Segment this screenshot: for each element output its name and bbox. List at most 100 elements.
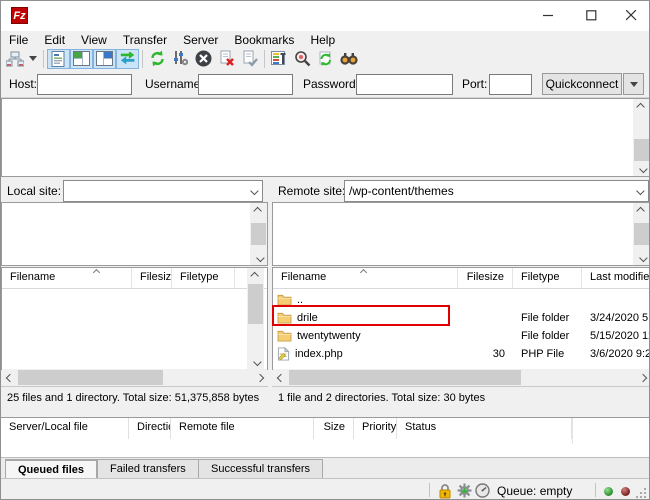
statusbar-separator [429, 483, 430, 497]
folder-icon [277, 294, 292, 306]
remote-list-header: Filename Filesize Filetype Last modified [273, 268, 650, 289]
local-site-combobox[interactable] [63, 180, 263, 202]
scrollbar-thumb[interactable] [634, 139, 649, 161]
panel-splitter[interactable] [268, 180, 272, 409]
local-site-label: Local site: [7, 184, 61, 198]
scrollbar-thumb[interactable] [634, 223, 649, 245]
synchronized-browsing-button[interactable] [314, 49, 337, 69]
scrollbar-thumb[interactable] [18, 370, 163, 385]
local-list-vscrollbar[interactable] [247, 268, 264, 369]
local-tree-vscrollbar[interactable] [250, 203, 267, 265]
filezilla-logo-icon: Fz [11, 7, 28, 24]
toggle-local-tree-button[interactable] [70, 49, 93, 69]
scroll-up-icon[interactable] [633, 99, 650, 114]
local-column-filename[interactable]: Filename [2, 268, 132, 288]
menu-view[interactable]: View [73, 32, 115, 48]
local-column-filetype[interactable]: Filetype [172, 268, 235, 288]
scroll-down-icon[interactable] [633, 250, 650, 265]
host-input[interactable] [37, 74, 132, 95]
status-bar: Queue: empty [1, 478, 649, 500]
remote-file-row-drile[interactable]: drile File folder 3/24/2020 5:0 [273, 309, 650, 327]
directory-filter-button[interactable] [291, 49, 314, 69]
scroll-down-icon[interactable] [247, 354, 264, 369]
gear-icon[interactable] [457, 483, 472, 498]
maximize-button[interactable] [572, 1, 610, 30]
scroll-down-icon[interactable] [250, 250, 267, 265]
local-list-hscrollbar[interactable] [2, 369, 267, 386]
remote-file-row[interactable]: .. [273, 291, 650, 309]
toggle-transfer-queue-button[interactable] [116, 49, 139, 69]
queue-column-status[interactable]: Status [397, 418, 572, 439]
menu-edit[interactable]: Edit [36, 32, 73, 48]
remote-tree-vscrollbar[interactable] [633, 203, 650, 265]
toolbar-separator [43, 50, 44, 68]
toggle-remote-tree-button[interactable] [93, 49, 116, 69]
scrollbar-thumb[interactable] [248, 284, 263, 324]
resize-grip[interactable] [636, 488, 646, 498]
queue-column-remotefile[interactable]: Remote file [171, 418, 314, 439]
scroll-up-icon[interactable] [250, 203, 267, 218]
queue-column-size[interactable]: Size [314, 418, 354, 439]
queue-column-priority[interactable]: Priority [354, 418, 397, 439]
speed-gauge-icon[interactable] [475, 483, 490, 498]
quickconnect-button[interactable]: Quickconnect [542, 73, 622, 95]
queue-tabs: Queued files Failed transfers Successful… [1, 457, 649, 478]
scroll-right-icon[interactable] [635, 369, 650, 386]
queue-column-serverlocal[interactable]: Server/Local file [1, 418, 129, 439]
remote-column-filesize[interactable]: Filesize [458, 268, 513, 288]
menu-transfer[interactable]: Transfer [115, 32, 175, 48]
disconnect-button[interactable] [215, 49, 238, 69]
close-button[interactable] [612, 1, 650, 30]
menu-file[interactable]: File [1, 32, 36, 48]
remote-column-filetype[interactable]: Filetype [513, 268, 582, 288]
queue-header: Server/Local file Direction Remote file … [1, 418, 650, 439]
scroll-right-icon[interactable] [252, 369, 267, 386]
process-queue-button[interactable] [169, 49, 192, 69]
toolbar [3, 48, 649, 69]
minimize-button[interactable] [529, 1, 567, 30]
menu-help[interactable]: Help [302, 32, 343, 48]
scroll-up-icon[interactable] [633, 203, 650, 218]
scrollbar-thumb[interactable] [289, 370, 521, 385]
remote-status-text: 1 file and 2 directories. Total size: 30… [278, 392, 485, 404]
remote-tree-pane [272, 202, 650, 266]
toggle-message-log-button[interactable] [47, 49, 70, 69]
menu-bookmarks[interactable]: Bookmarks [226, 32, 302, 48]
toolbar-separator [142, 50, 143, 68]
directory-comparison-button[interactable] [268, 49, 291, 69]
find-files-button[interactable] [337, 49, 360, 69]
remote-file-row[interactable]: twentytwenty File folder 5/15/2020 12: [273, 327, 650, 345]
username-label: Username: [145, 77, 204, 91]
remote-status-bar: 1 file and 2 directories. Total size: 30… [272, 386, 650, 409]
username-input[interactable] [198, 74, 293, 95]
tab-successful-transfers[interactable]: Successful transfers [198, 459, 323, 479]
site-manager-button[interactable] [3, 49, 26, 69]
scroll-down-icon[interactable] [633, 161, 650, 176]
remote-column-lastmodified[interactable]: Last modified [582, 268, 650, 288]
remote-file-row[interactable]: index.php 30 PHP File 3/6/2020 9:23 [273, 345, 650, 363]
port-input[interactable] [489, 74, 532, 95]
remote-site-value: /wp-content/themes [349, 184, 454, 198]
title-bar: Fz [1, 1, 649, 31]
quickconnect-dropdown-button[interactable] [623, 73, 644, 95]
refresh-button[interactable] [146, 49, 169, 69]
tab-failed-transfers[interactable]: Failed transfers [97, 459, 199, 479]
menu-server[interactable]: Server [175, 32, 226, 48]
site-manager-dropdown-button[interactable] [26, 49, 40, 69]
remote-site-combobox[interactable]: /wp-content/themes [344, 180, 649, 202]
scroll-left-icon[interactable] [2, 369, 17, 386]
remote-list-hscrollbar[interactable] [273, 369, 650, 386]
file-modified: 3/6/2020 9:23 [582, 348, 650, 360]
reconnect-button[interactable] [238, 49, 261, 69]
local-column-filesize[interactable]: Filesize [132, 268, 172, 288]
tab-queued-files[interactable]: Queued files [5, 459, 97, 479]
scroll-up-icon[interactable] [247, 268, 264, 283]
queue-column-direction[interactable]: Direction [129, 418, 171, 439]
scroll-left-icon[interactable] [273, 369, 288, 386]
scrollbar-thumb[interactable] [251, 223, 266, 245]
message-log [1, 98, 650, 177]
file-name: twentytwenty [297, 330, 361, 342]
message-log-vscrollbar[interactable] [633, 99, 650, 176]
cancel-button[interactable] [192, 49, 215, 69]
password-input[interactable] [356, 74, 453, 95]
